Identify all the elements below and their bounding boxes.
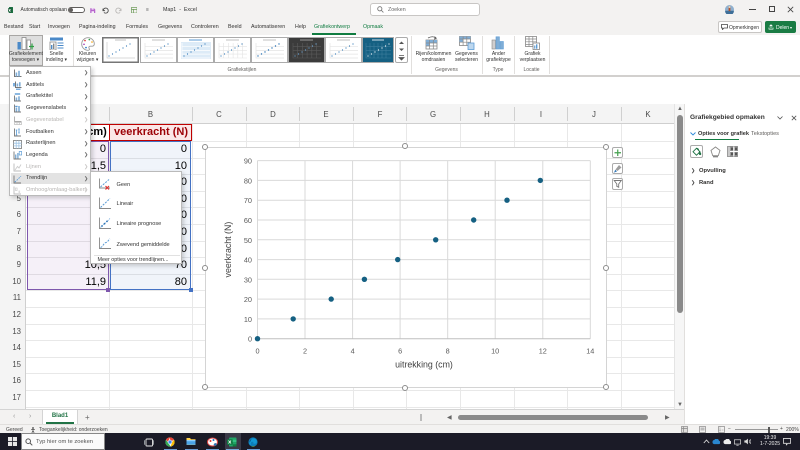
- svg-text:30: 30: [243, 275, 251, 284]
- svg-text:uitrekking (cm): uitrekking (cm): [395, 359, 453, 369]
- svg-text:veerkracht (N): veerkracht (N): [223, 221, 233, 277]
- svg-text:2: 2: [302, 346, 306, 355]
- svg-text:12: 12: [538, 346, 546, 355]
- svg-text:0: 0: [255, 346, 259, 355]
- svg-text:10: 10: [491, 346, 499, 355]
- svg-text:80: 80: [243, 176, 251, 185]
- svg-text:8: 8: [445, 346, 449, 355]
- svg-text:90: 90: [243, 156, 251, 165]
- svg-text:0: 0: [247, 334, 251, 343]
- svg-text:6: 6: [398, 346, 402, 355]
- svg-text:4: 4: [350, 346, 354, 355]
- svg-text:10: 10: [243, 314, 251, 323]
- svg-text:40: 40: [243, 255, 251, 264]
- svg-text:70: 70: [243, 196, 251, 205]
- svg-text:14: 14: [586, 346, 594, 355]
- svg-text:50: 50: [243, 235, 251, 244]
- svg-text:20: 20: [243, 295, 251, 304]
- svg-text:60: 60: [243, 216, 251, 225]
